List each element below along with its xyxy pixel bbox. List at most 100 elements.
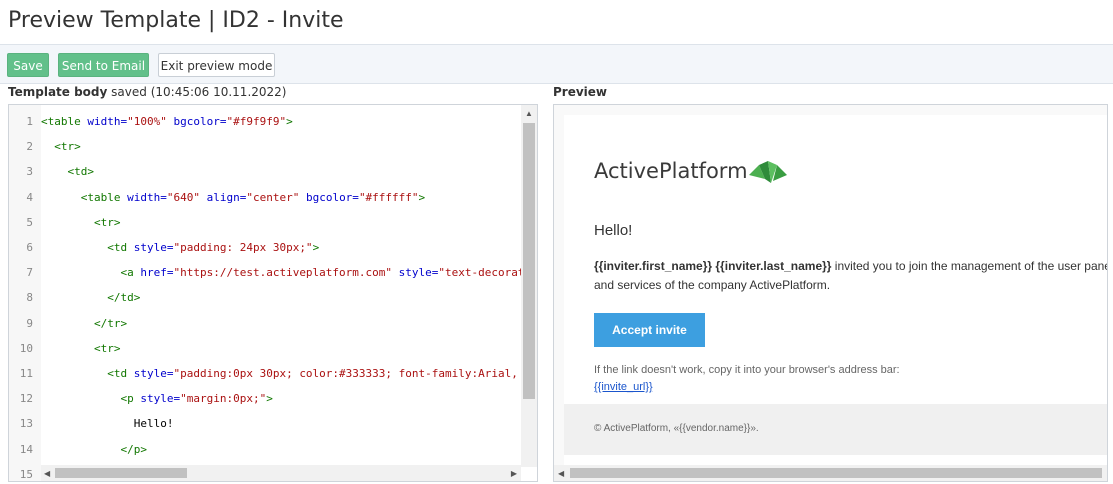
code-token: "#ffffff"	[358, 190, 419, 204]
code-token: <tr>	[93, 341, 121, 355]
editor-vertical-scroll-thumb[interactable]	[523, 123, 535, 399]
line-number: 13	[19, 417, 33, 431]
email-preview: ActivePlatform Hello! {{inviter.first_na…	[553, 104, 1108, 482]
code-token: >	[266, 392, 273, 406]
code-token: <td	[107, 241, 134, 254]
send-to-email-button[interactable]: Send to Email	[58, 53, 149, 77]
code-line[interactable]: 8 </td>	[9, 285, 521, 310]
brand-logo-text: ActivePlatform	[594, 159, 748, 183]
code-token: <td	[107, 367, 134, 380]
line-number: 7	[26, 266, 33, 280]
save-button[interactable]: Save	[7, 53, 49, 77]
line-number: 8	[26, 291, 33, 305]
line-number: 11	[19, 367, 33, 380]
code-token: "https://test.activeplatform.com"	[173, 266, 393, 280]
template-body-heading: Template body	[8, 85, 108, 99]
code-token: <a	[120, 266, 141, 280]
code-line[interactable]: 11 <td style="padding:0px 30px; color:#3…	[9, 361, 521, 386]
code-line[interactable]: 6 <td style="padding: 24px 30px;">	[9, 235, 521, 260]
code-token: "padding:0px 30px; color:#333333; font-f…	[173, 367, 521, 380]
code-token: width=	[127, 190, 167, 204]
scroll-left-icon[interactable]: ◀	[558, 469, 564, 479]
scroll-up-icon[interactable]: ▲	[525, 109, 533, 119]
code-token: align=	[199, 190, 247, 204]
editor-vertical-scrollbar[interactable]: ▲	[521, 105, 537, 467]
code-token: </tr>	[93, 316, 128, 330]
code-token: "640"	[166, 190, 200, 204]
exit-preview-button[interactable]: Exit preview mode	[158, 53, 275, 77]
footer-text: © ActivePlatform, «{{vendor.name}}».	[594, 423, 759, 434]
line-number: 10	[19, 341, 33, 355]
template-saved-status: saved (10:45:06 10.11.2022)	[111, 85, 287, 99]
code-line[interactable]: 14 </p>	[9, 437, 521, 462]
code-token: >	[418, 190, 426, 204]
line-number: 3	[26, 165, 33, 179]
code-line[interactable]: 2 <tr>	[9, 134, 521, 159]
code-token: width=	[87, 115, 128, 128]
code-token: style=	[133, 241, 174, 254]
inviter-placeholder: {{inviter.first_name}} {{inviter.last_na…	[594, 259, 832, 273]
invite-message: {{inviter.first_name}} {{inviter.last_na…	[594, 257, 1107, 295]
code-token: </td>	[107, 291, 141, 305]
line-number: 12	[19, 392, 33, 406]
activeplatform-logo-icon	[749, 161, 787, 183]
email-footer: © ActivePlatform, «{{vendor.name}}».	[564, 404, 1107, 455]
template-body-label: Template body saved (10:45:06 10.11.2022…	[8, 85, 286, 99]
code-line[interactable]: 1 <table width="100%" bgcolor="#f9f9f9">	[9, 109, 521, 134]
code-token: href=	[140, 266, 174, 280]
line-number: 9	[26, 316, 33, 330]
editor-horizontal-scroll-thumb[interactable]	[55, 468, 187, 478]
code-line[interactable]: 3 <td>	[9, 159, 521, 184]
code-editor[interactable]: 1 <table width="100%" bgcolor="#f9f9f9"> 2…	[8, 104, 538, 482]
email-body: ActivePlatform Hello! {{inviter.first_na…	[564, 115, 1107, 465]
line-number: 2	[26, 140, 33, 154]
code-line[interactable]: 5 <tr>	[9, 210, 521, 235]
link-note: If the link doesn't work, copy it into y…	[594, 364, 900, 376]
code-token: style=	[140, 392, 181, 406]
code-token: style=	[392, 266, 439, 280]
code-token: "text-decoratio	[438, 266, 521, 280]
preview-horizontal-scrollbar[interactable]: ◀	[554, 465, 1107, 481]
line-number: 6	[26, 241, 33, 254]
code-token: "center"	[246, 190, 300, 204]
code-line[interactable]: 13 Hello!	[9, 411, 521, 436]
code-line[interactable]: 4 <table width="640" align="center" bgco…	[9, 185, 521, 210]
invite-url-link[interactable]: {{invite_url}}	[594, 381, 653, 393]
code-line[interactable]: 12 <p style="margin:0px;">	[9, 386, 521, 411]
code-line[interactable]: 9 </tr>	[9, 311, 521, 336]
toolbar: Save Send to Email Exit preview mode	[0, 44, 1113, 84]
code-token: <tr>	[93, 215, 121, 229]
preview-horizontal-scroll-thumb[interactable]	[570, 468, 1102, 478]
editor-horizontal-scrollbar[interactable]: ◀ ▶	[41, 465, 521, 481]
code-token: <table	[80, 190, 128, 204]
code-token: bgcolor=	[299, 190, 359, 204]
code-token: <td>	[67, 165, 95, 179]
code-token: "100%"	[127, 115, 167, 128]
code-token: <table	[41, 115, 88, 128]
code-token: >	[286, 115, 293, 128]
scroll-right-icon[interactable]: ▶	[511, 469, 517, 479]
code-line[interactable]: 10 <tr>	[9, 336, 521, 361]
scroll-left-icon[interactable]: ◀	[44, 469, 50, 479]
preview-heading: Preview	[553, 85, 608, 99]
code-token: >	[312, 241, 320, 254]
line-number: 4	[26, 190, 33, 204]
code-token: </p>	[120, 442, 147, 456]
accept-invite-button[interactable]: Accept invite	[594, 313, 705, 347]
email-greeting: Hello!	[594, 222, 633, 239]
code-line[interactable]: 7 <a href="https://test.activeplatform.c…	[9, 260, 521, 285]
line-number: 15	[19, 467, 33, 481]
code-token: <p	[120, 392, 141, 406]
line-number: 5	[26, 215, 33, 229]
